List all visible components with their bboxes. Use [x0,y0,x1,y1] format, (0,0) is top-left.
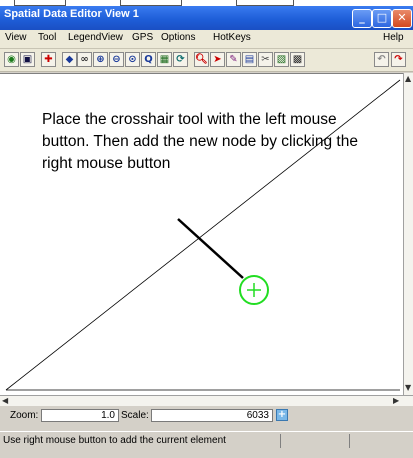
vertical-scrollbar[interactable]: ▲ ▼ [403,73,413,395]
status-bar: Use right mouse button to add the curren… [0,431,413,458]
shape-icon[interactable]: ◆ [62,52,77,67]
zoom-out-icon[interactable]: ⊖ [109,52,124,67]
maximize-button[interactable]: □ [372,9,392,28]
new-view-icon[interactable]: ◉ [4,52,19,67]
search-icon[interactable]: 🔍︎ [194,52,209,67]
binoculars-icon[interactable]: ∞ [77,52,92,67]
redraw-icon[interactable]: ⟳ [173,52,188,67]
menu-view[interactable]: View [5,32,27,43]
cut-icon[interactable]: ✂ [258,52,273,67]
close-icon: ✕ [397,11,407,24]
scale-field[interactable]: 6033 [151,409,273,422]
layer-manage-icon[interactable]: ▧ [274,52,289,67]
title-bar[interactable]: Spatial Data Editor View 1 _ □ ✕ [0,6,413,30]
undo-icon[interactable]: ↶ [374,52,389,67]
status-panel [280,434,348,448]
scale-dropdown-icon[interactable]: + [276,409,288,421]
pointer-icon[interactable]: ➤ [210,52,225,67]
zoom-box-icon[interactable]: ⊙ [125,52,140,67]
scale-label: Scale: [121,410,149,421]
redo-icon[interactable]: ↷ [391,52,406,67]
measure-icon[interactable]: ▦ [157,52,172,67]
scroll-right-icon[interactable]: ▶ [393,397,399,405]
menu-help[interactable]: Help [383,32,404,43]
status-message: Use right mouse button to add the curren… [3,435,226,446]
scroll-up-icon[interactable]: ▲ [405,75,411,83]
menu-tool[interactable]: Tool [38,32,56,43]
maximize-icon: □ [376,11,388,24]
select-icon[interactable]: ✚ [41,52,56,67]
menu-bar: View Tool LegendView GPS Options HotKeys… [0,30,413,49]
horizontal-scrollbar[interactable]: ◀ ▶ [0,395,413,406]
menu-gps[interactable]: GPS [132,32,153,43]
zoom-full-icon[interactable]: Q [141,52,156,67]
menu-hotkeys[interactable]: HotKeys [213,32,251,43]
toolbar: ◉ ▣ ✚ ◆ ∞ ⊕ ⊖ ⊙ Q ▦ ⟳ 🔍︎ ➤ ✎ ▤ ✂ ▧ ▩ ↶ ↷ [0,49,413,72]
layer-icon[interactable]: ▣ [20,52,35,67]
instruction-text: Place the crosshair tool with the left m… [42,111,358,172]
zoom-in-icon[interactable]: ⊕ [93,52,108,67]
scroll-down-icon[interactable]: ▼ [405,384,411,392]
map-icon[interactable]: ▩ [290,52,305,67]
pointer-arrow [177,218,244,279]
zoom-bar: Zoom: 1.0 Scale: 6033 + [0,406,413,428]
menu-legendview[interactable]: LegendView [68,32,123,43]
zoom-field[interactable]: 1.0 [41,409,119,422]
window-title: Spatial Data Editor View 1 [4,8,139,20]
edit-icon[interactable]: ✎ [226,52,241,67]
minimize-icon: _ [359,11,365,24]
close-button[interactable]: ✕ [392,9,412,28]
minimize-button[interactable]: _ [352,9,372,28]
menu-options[interactable]: Options [161,32,195,43]
status-panel [349,434,413,448]
zoom-label: Zoom: [10,410,39,421]
graph-icon[interactable]: ▤ [242,52,257,67]
map-canvas[interactable]: Place the crosshair tool with the left m… [0,73,413,396]
scroll-left-icon[interactable]: ◀ [2,397,8,405]
